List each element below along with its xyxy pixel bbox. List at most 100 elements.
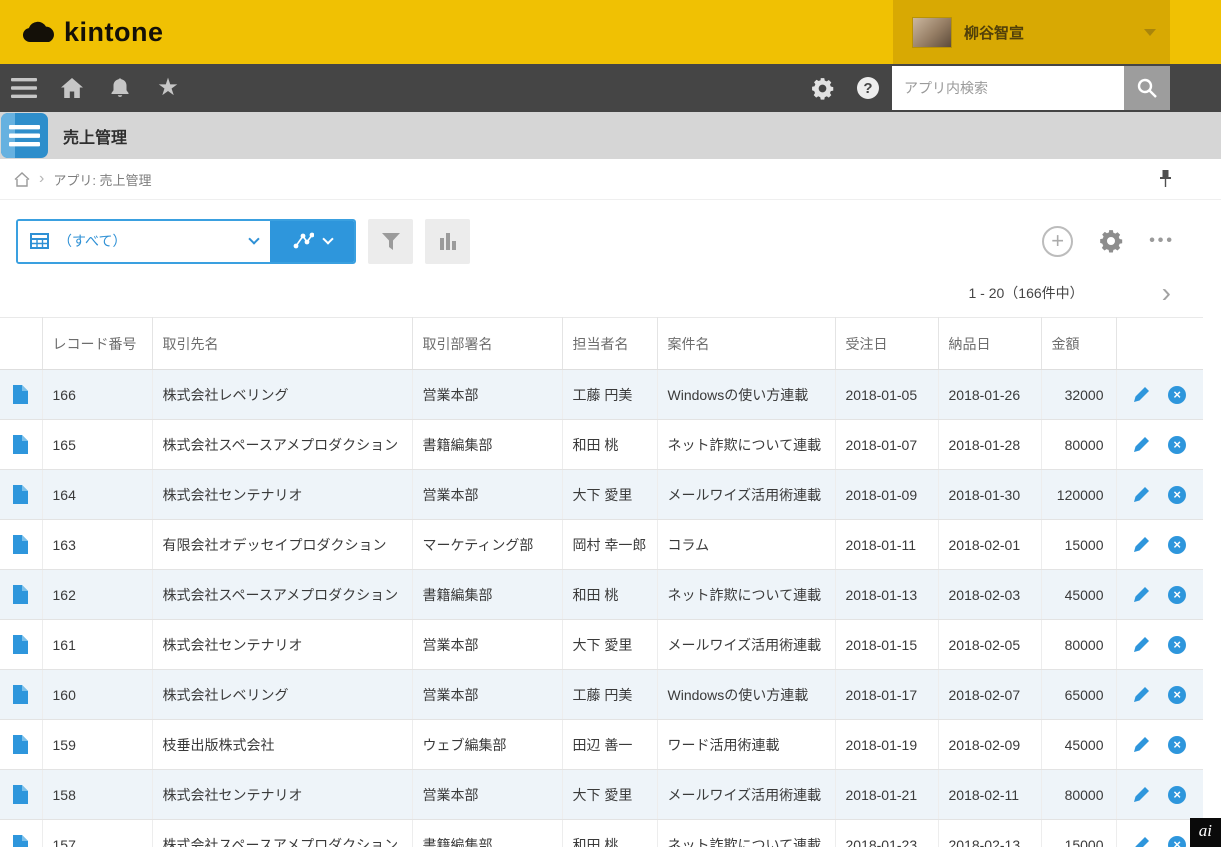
delete-record-icon[interactable]: × (1168, 585, 1187, 604)
app-icon (0, 112, 49, 159)
record-detail-icon[interactable] (13, 835, 29, 847)
delete-record-icon[interactable]: × (1168, 685, 1187, 704)
column-header-actions (1116, 317, 1203, 370)
kintone-logo[interactable]: kintone (22, 17, 164, 48)
cell-actions: × (1116, 719, 1203, 770)
cell-client: 株式会社スペースアメプロダクション (152, 569, 413, 620)
record-detail-icon[interactable] (13, 685, 29, 704)
column-header-person[interactable]: 担当者名 (562, 317, 658, 370)
graph-icon (293, 232, 314, 249)
next-page-button[interactable]: › (1158, 279, 1175, 307)
record-detail-icon[interactable] (13, 485, 29, 504)
plus-icon: + (1051, 228, 1065, 253)
cell-record-number: 160 (42, 669, 153, 720)
more-options-button[interactable]: ••• (1149, 232, 1175, 250)
pin-icon[interactable] (1159, 170, 1172, 188)
record-detail-icon[interactable] (13, 785, 29, 804)
cell-department: 営業本部 (412, 769, 563, 820)
table-row: 163 有限会社オデッセイプロダクション マーケティング部 岡村 幸一郎 コラム… (0, 519, 1203, 570)
record-detail-icon[interactable] (13, 535, 29, 554)
edit-record-icon[interactable] (1133, 586, 1150, 603)
global-nav: ★ ? (0, 64, 1221, 112)
cell-person: 大下 愛里 (562, 769, 658, 820)
home-button[interactable] (58, 74, 86, 102)
column-header-icon (0, 317, 43, 370)
record-detail-icon[interactable] (13, 385, 29, 404)
cell-project: Windowsの使い方連載 (657, 669, 836, 720)
edit-record-icon[interactable] (1133, 836, 1150, 847)
breadcrumb[interactable]: アプリ: 売上管理 (53, 170, 151, 189)
cell-detail (0, 469, 43, 520)
cell-client: 株式会社レベリング (152, 369, 413, 420)
cell-person: 岡村 幸一郎 (562, 519, 658, 570)
column-header-order-date[interactable]: 受注日 (835, 317, 939, 370)
column-header-record-number[interactable]: レコード番号 (42, 317, 153, 370)
cell-record-number: 166 (42, 369, 153, 420)
view-selector[interactable]: （すべて） (18, 220, 270, 262)
column-header-department[interactable]: 取引部署名 (412, 317, 563, 370)
delete-record-icon[interactable]: × (1168, 735, 1187, 754)
table-row: 161 株式会社センテナリオ 営業本部 大下 愛里 メールワイズ活用術連載 20… (0, 619, 1203, 670)
edit-record-icon[interactable] (1133, 486, 1150, 503)
column-header-amount[interactable]: 金額 (1041, 317, 1117, 370)
add-record-button[interactable]: + (1042, 225, 1074, 257)
chevron-down-icon (1144, 28, 1156, 36)
cloud-icon (22, 21, 56, 43)
edit-record-icon[interactable] (1133, 786, 1150, 803)
edit-record-icon[interactable] (1133, 386, 1150, 403)
cell-amount: 32000 (1041, 369, 1117, 420)
cell-client: 株式会社スペースアメプロダクション (152, 819, 413, 847)
notifications-bell-button[interactable] (106, 74, 134, 102)
favorites-star-button[interactable]: ★ (154, 74, 182, 102)
edit-record-icon[interactable] (1133, 536, 1150, 553)
graph-button[interactable] (270, 220, 354, 262)
delete-record-icon[interactable]: × (1168, 835, 1187, 847)
table-body: 166 株式会社レベリング 営業本部 工藤 円美 Windowsの使い方連載 2… (0, 369, 1203, 847)
filter-button[interactable] (368, 218, 413, 264)
cell-actions: × (1116, 519, 1203, 570)
cell-delivery-date: 2018-01-30 (938, 469, 1042, 520)
record-detail-icon[interactable] (13, 635, 29, 654)
delete-record-icon[interactable]: × (1168, 435, 1187, 454)
cell-client: 株式会社スペースアメプロダクション (152, 419, 413, 470)
edit-record-icon[interactable] (1133, 636, 1150, 653)
delete-record-icon[interactable]: × (1168, 635, 1187, 654)
help-button[interactable]: ? (857, 77, 879, 99)
cell-delivery-date: 2018-02-11 (938, 769, 1042, 820)
hamburger-menu-button[interactable] (10, 74, 38, 102)
cell-delivery-date: 2018-02-05 (938, 619, 1042, 670)
table-row: 166 株式会社レベリング 営業本部 工藤 円美 Windowsの使い方連載 2… (0, 369, 1203, 420)
settings-button[interactable] (810, 76, 835, 101)
record-detail-icon[interactable] (13, 585, 29, 604)
cell-detail (0, 819, 43, 847)
app-search (892, 66, 1170, 110)
kintone-page: kintone 柳谷智宣 ★ ? アプリ内検索 売上管理 › アプリ: 売上管理… (0, 0, 1221, 847)
app-settings-button[interactable] (1098, 228, 1124, 254)
delete-record-icon[interactable]: × (1168, 385, 1187, 404)
column-header-client[interactable]: 取引先名 (152, 317, 413, 370)
cell-delivery-date: 2018-02-09 (938, 719, 1042, 770)
edit-record-icon[interactable] (1133, 736, 1150, 753)
edit-record-icon[interactable] (1133, 436, 1150, 453)
search-button[interactable] (1124, 66, 1170, 110)
record-detail-icon[interactable] (13, 435, 29, 454)
delete-record-icon[interactable]: × (1168, 535, 1187, 554)
cell-department: 営業本部 (412, 619, 563, 670)
delete-record-icon[interactable]: × (1168, 485, 1187, 504)
table-row: 164 株式会社センテナリオ 営業本部 大下 愛里 メールワイズ活用術連載 20… (0, 469, 1203, 520)
record-detail-icon[interactable] (13, 735, 29, 754)
column-header-delivery-date[interactable]: 納品日 (938, 317, 1042, 370)
delete-record-icon[interactable]: × (1168, 785, 1187, 804)
app-search-input[interactable] (892, 66, 1124, 110)
cell-project: ネット詐欺について連載 (657, 819, 836, 847)
cell-detail (0, 569, 43, 620)
breadcrumb-home-icon[interactable] (14, 171, 30, 187)
column-header-project[interactable]: 案件名 (657, 317, 836, 370)
chart-button[interactable] (425, 218, 470, 264)
cell-amount: 15000 (1041, 819, 1117, 847)
cell-department: 書籍編集部 (412, 419, 563, 470)
cell-amount: 80000 (1041, 419, 1117, 470)
table-header-row: レコード番号 取引先名 取引部署名 担当者名 案件名 受注日 納品日 金額 (0, 317, 1203, 370)
user-menu[interactable]: 柳谷智宣 (893, 0, 1170, 64)
edit-record-icon[interactable] (1133, 686, 1150, 703)
